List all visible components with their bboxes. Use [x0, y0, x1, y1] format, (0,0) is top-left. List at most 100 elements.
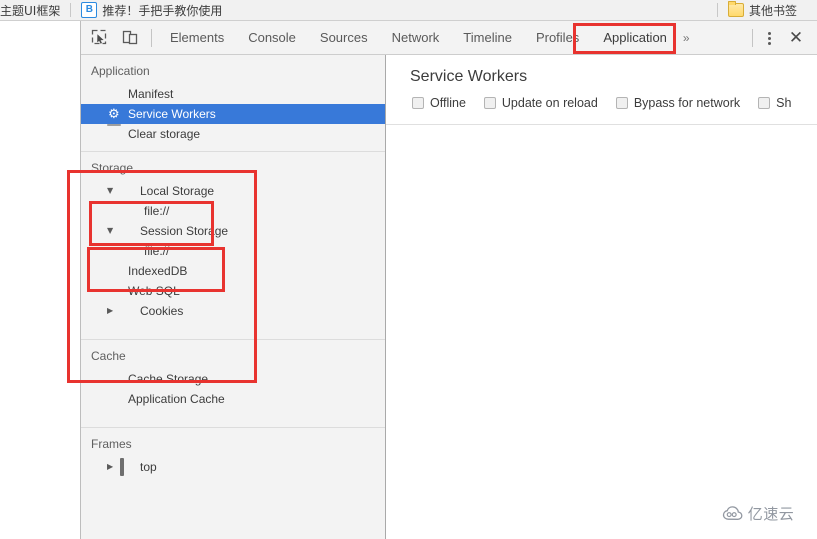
sidebar-item-local-storage[interactable]: ▼ Local Storage	[81, 181, 385, 201]
sidebar-item-manifest[interactable]: Manifest	[81, 84, 385, 104]
sidebar-item-top-frame[interactable]: ▶ top	[81, 457, 385, 477]
cloud-logo-glyph	[722, 505, 743, 520]
table-icon	[123, 244, 138, 259]
sidebar-item-label: file://	[144, 244, 170, 258]
chevron-right-icon[interactable]: ▶	[107, 463, 118, 471]
show-all-option[interactable]: Sh	[758, 96, 791, 110]
section-title-application: Application	[91, 64, 150, 78]
database-icon	[107, 372, 122, 387]
database-icon	[107, 264, 122, 279]
sidebar-item-label: file://	[144, 204, 170, 218]
update-on-reload-checkbox[interactable]	[483, 97, 496, 109]
section-title-storage: Storage	[91, 161, 134, 175]
sidebar-item-label: IndexedDB	[128, 264, 188, 278]
bookmark-label: 主题UI框架	[0, 3, 61, 18]
chevron-down-icon[interactable]: ▼	[107, 227, 118, 235]
sidebar-section-frames: Frames ▶ top	[81, 428, 385, 477]
bookmark-separator-right	[716, 3, 718, 17]
sidebar-item-cookies[interactable]: ▶ Cookies	[81, 301, 385, 321]
browser-bookmark-bar: 主题UI框架 B 推荐！手把手教你使用 其他书签	[0, 0, 817, 21]
offline-option[interactable]: Offline	[412, 96, 466, 110]
tab-console[interactable]: Console	[236, 21, 308, 55]
sidebar-item-label: Session Storage	[140, 224, 229, 238]
cookie-icon	[119, 304, 134, 319]
tab-elements[interactable]: Elements	[158, 21, 236, 55]
device-toolbar-icon[interactable]	[117, 25, 143, 51]
watermark-text: 亿速云	[747, 504, 795, 523]
tab-overflow-chevron-icon[interactable]: »	[679, 21, 692, 55]
bypass-for-network-checkbox[interactable]	[615, 97, 628, 109]
bookmark-label: 推荐！手把手教你使用	[102, 3, 223, 18]
database-icon	[107, 284, 122, 299]
application-sidebar[interactable]: Application Manifest ⚙ Service Workers C…	[81, 55, 386, 539]
sidebar-item-session-storage[interactable]: ▼ Session Storage	[81, 221, 385, 241]
show-all-checkbox[interactable]	[758, 97, 771, 109]
kebab-dot	[767, 41, 771, 45]
inspect-element-icon[interactable]	[86, 25, 112, 51]
update-on-reload-option[interactable]: Update on reload	[483, 96, 598, 110]
sidebar-item-local-storage-file[interactable]: file://	[81, 201, 385, 221]
bookmark-separator	[70, 3, 72, 17]
other-bookmarks-button[interactable]: 其他书签	[722, 0, 803, 20]
tab-application[interactable]: Application	[591, 21, 679, 55]
sidebar-item-label: Service Workers	[128, 107, 216, 121]
device-toolbar-glyph	[122, 30, 137, 45]
devtools-body: Application Manifest ⚙ Service Workers C…	[81, 55, 817, 539]
sidebar-item-session-storage-file[interactable]: file://	[81, 241, 385, 261]
sidebar-item-service-workers[interactable]: ⚙ Service Workers	[81, 104, 385, 124]
toolbar-divider	[151, 28, 152, 47]
service-worker-options: Offline Update on reload Bypass for netw…	[386, 86, 817, 110]
tab-timeline[interactable]: Timeline	[451, 21, 524, 55]
sidebar-section-storage: Storage ▼ Local Storage file:// ▼ Sessio…	[81, 152, 385, 321]
table-icon	[119, 224, 134, 239]
other-bookmarks-label: 其他书签	[748, 3, 797, 18]
close-icon[interactable]: ✕	[781, 25, 811, 51]
sidebar-item-web-sql[interactable]: Web SQL	[81, 281, 385, 301]
bypass-for-network-label: Bypass for network	[633, 96, 741, 110]
tab-profiles[interactable]: Profiles	[524, 21, 591, 55]
folder-icon	[727, 1, 744, 17]
update-on-reload-label: Update on reload	[501, 96, 598, 110]
sidebar-section-cache: Cache Cache Storage Application Cache	[81, 340, 385, 409]
document-icon	[107, 87, 122, 102]
sidebar-item-label: Manifest	[128, 87, 174, 101]
bypass-for-network-option[interactable]: Bypass for network	[615, 96, 741, 110]
chevron-down-icon[interactable]: ▼	[107, 187, 118, 195]
bookmark-item-0[interactable]: 主题UI框架	[0, 0, 66, 20]
frame-icon	[119, 457, 134, 476]
toolbar-right-group: ✕	[750, 21, 817, 55]
bilibili-icon: B	[81, 2, 98, 18]
toolbar-divider-right	[752, 29, 753, 47]
kebab-dot	[767, 31, 771, 35]
sidebar-item-application-cache[interactable]: Application Cache	[81, 389, 385, 409]
devtools-window: Elements Console Sources Network Timelin…	[81, 21, 817, 539]
inspect-element-glyph	[91, 29, 106, 45]
sidebar-section-application: Application Manifest ⚙ Service Workers C…	[81, 55, 385, 144]
table-icon	[123, 204, 138, 219]
chevron-right-icon[interactable]: ▶	[107, 307, 118, 315]
section-title-frames: Frames	[91, 437, 132, 451]
sidebar-item-clear-storage[interactable]: Clear storage	[81, 124, 385, 144]
page-viewport	[0, 21, 81, 539]
show-all-label: Sh	[776, 96, 792, 110]
sidebar-item-indexeddb[interactable]: IndexedDB	[81, 261, 385, 281]
table-icon	[119, 184, 134, 199]
sidebar-item-label: top	[140, 460, 157, 474]
offline-checkbox[interactable]	[412, 97, 424, 109]
sidebar-item-label: Clear storage	[128, 127, 201, 141]
cloud-logo-icon	[722, 505, 744, 521]
tab-network[interactable]: Network	[380, 21, 452, 55]
table-icon	[107, 392, 122, 407]
page-title: Service Workers	[410, 68, 528, 85]
kebab-menu-icon[interactable]	[757, 25, 781, 51]
sidebar-item-label: Local Storage	[140, 184, 215, 198]
sidebar-item-cache-storage[interactable]: Cache Storage	[81, 369, 385, 389]
bookmark-item-1[interactable]: B 推荐！手把手教你使用	[75, 0, 228, 20]
gear-icon: ⚙	[108, 106, 120, 122]
offline-label: Offline	[430, 96, 466, 110]
section-title-cache: Cache	[91, 349, 126, 363]
devtools-toolbar: Elements Console Sources Network Timelin…	[81, 21, 817, 55]
tab-sources[interactable]: Sources	[308, 21, 380, 55]
sidebar-item-label: Application Cache	[128, 392, 225, 406]
service-workers-panel: Service Workers Offline Update on reload…	[386, 55, 817, 539]
